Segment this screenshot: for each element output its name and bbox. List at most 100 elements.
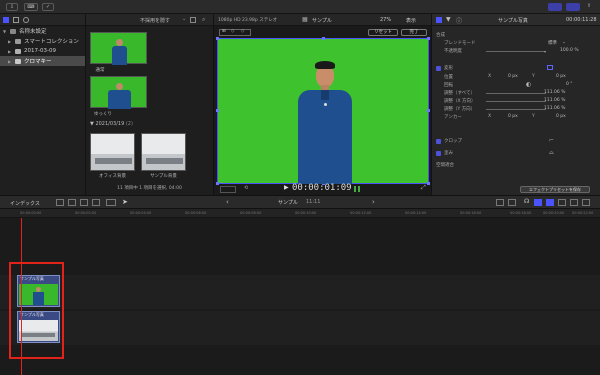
transform-handle[interactable]: [427, 37, 430, 40]
scale-all-field[interactable]: 111.06 %: [544, 90, 565, 95]
transform-handle[interactable]: [216, 37, 219, 40]
library-item-smart-collections[interactable]: ▶ スマートコレクション: [0, 36, 85, 46]
back-icon[interactable]: ‹: [226, 198, 229, 206]
transform-handle[interactable]: [216, 182, 219, 185]
scale-y-field[interactable]: 111.06 %: [544, 106, 565, 111]
reset-button[interactable]: リセット: [368, 29, 398, 36]
scale-x-field[interactable]: 111.06 %: [544, 98, 565, 103]
clip-appearance-icon[interactable]: [190, 17, 196, 23]
video-inspector-icon[interactable]: [436, 17, 442, 23]
transform-handle[interactable]: [322, 37, 325, 40]
effects-browser-icon[interactable]: [582, 199, 590, 206]
person-body: [112, 46, 127, 65]
clip-thumbnail[interactable]: [141, 133, 186, 171]
crop-icon[interactable]: ⌐: [549, 137, 554, 144]
layout-browser-icon[interactable]: [548, 3, 562, 11]
search-icon[interactable]: ⌕: [202, 16, 205, 24]
transform-checkbox[interactable]: [436, 66, 441, 71]
disclosure-triangle-icon[interactable]: ▼: [3, 29, 8, 34]
insert-clip-icon[interactable]: [68, 199, 76, 206]
index-button[interactable]: インデックス: [10, 200, 40, 207]
distort-checkbox[interactable]: [436, 151, 441, 156]
skimming-icon[interactable]: [534, 199, 542, 206]
opacity-value[interactable]: 100.0 %: [560, 48, 579, 53]
view-menu[interactable]: 表示: [406, 17, 416, 24]
photos-icon[interactable]: [13, 17, 19, 23]
play-icon[interactable]: ▶: [284, 184, 289, 191]
position-y-field[interactable]: 0 px: [556, 74, 566, 79]
keyframe-prev-icon[interactable]: ◇: [231, 29, 234, 34]
slider-knob-icon[interactable]: ▾: [544, 49, 546, 54]
composite-section[interactable]: 合成: [436, 32, 596, 40]
filter-icon[interactable]: ▼: [446, 16, 451, 23]
crop-section[interactable]: クロップ ⌐: [444, 137, 596, 146]
background-tasks-icon[interactable]: ✓: [42, 3, 54, 11]
zoom-menu[interactable]: 27%: [380, 17, 391, 23]
solo-icon[interactable]: [546, 199, 554, 206]
date-group-header[interactable]: ▼ 2021/03/19 (2): [90, 121, 133, 127]
clip-thumbnail[interactable]: [90, 76, 147, 109]
position-x-field[interactable]: 0 px: [508, 74, 518, 79]
distort-section[interactable]: 歪み ⌓: [444, 149, 596, 158]
blend-mode-select[interactable]: 標準: [548, 40, 557, 46]
scale-y-slider[interactable]: [486, 109, 546, 110]
keywords-icon[interactable]: ⌨: [24, 3, 38, 11]
timeline-duration: 11:11: [306, 199, 321, 205]
library-toggle-icon[interactable]: [3, 17, 9, 23]
transform-handle[interactable]: [427, 109, 430, 112]
disclosure-triangle-icon[interactable]: ▶: [8, 59, 13, 64]
headphones-icon[interactable]: ☊: [524, 198, 529, 205]
timeline-ruler[interactable]: 00:00:00:00 00:00:02:00 00:00:04:00 00:0…: [0, 209, 600, 218]
transform-overlay-icon[interactable]: [547, 65, 553, 70]
overwrite-clip-icon[interactable]: [92, 199, 100, 206]
forward-icon[interactable]: ›: [372, 198, 375, 206]
share-icon[interactable]: ⇪: [584, 3, 594, 11]
tool-icon[interactable]: ⟲: [244, 185, 248, 191]
opacity-slider[interactable]: [486, 51, 546, 52]
filter-menu[interactable]: 不採用を隠す: [140, 17, 170, 24]
edit-mode-menu[interactable]: [106, 199, 116, 206]
timecode-display[interactable]: 00:00:01:09: [292, 183, 352, 193]
layout-timeline-icon[interactable]: [566, 3, 580, 11]
fullscreen-icon[interactable]: ⤢: [421, 184, 426, 192]
transform-section[interactable]: 変形: [444, 65, 596, 73]
titles-icon[interactable]: [23, 17, 29, 23]
crop-checkbox[interactable]: [436, 139, 441, 144]
scale-x-slider[interactable]: [486, 101, 546, 102]
transform-handle[interactable]: [216, 109, 219, 112]
clip-thumbnail[interactable]: [90, 32, 147, 65]
transform-icon[interactable]: ⊞: [222, 29, 226, 34]
chevron-down-icon[interactable]: ⌄: [182, 16, 186, 22]
keyframe-next-icon[interactable]: ◇: [241, 29, 244, 34]
chevron-down-icon[interactable]: ⌄: [562, 40, 566, 45]
connect-clip-icon[interactable]: [56, 199, 64, 206]
zoom-in-icon[interactable]: [570, 199, 578, 206]
rotation-dial-icon[interactable]: ◐: [526, 81, 531, 88]
clip-thumbnail[interactable]: [90, 133, 135, 171]
save-effects-preset-button[interactable]: エフェクトプリセットを保存: [520, 186, 590, 193]
anchor-y-field[interactable]: 0 px: [556, 114, 566, 119]
disclosure-triangle-icon[interactable]: ▶: [8, 39, 13, 44]
rotation-field[interactable]: 0 °: [566, 82, 573, 87]
clip-appearance-icon[interactable]: [496, 199, 504, 206]
library-item-root[interactable]: ▼ 名称未設定: [0, 26, 85, 36]
transform-handle[interactable]: [427, 182, 430, 185]
distort-icon[interactable]: ⌓: [549, 149, 554, 157]
video-frame[interactable]: [216, 37, 430, 185]
import-media-icon[interactable]: ⇩: [6, 3, 18, 11]
zoom-out-icon[interactable]: [558, 199, 566, 206]
info-icon[interactable]: ⓘ: [456, 16, 462, 25]
append-clip-icon[interactable]: [80, 199, 88, 206]
done-button[interactable]: 完了: [401, 29, 427, 36]
timeline-area[interactable]: サンプル写真 サンプル写真: [0, 218, 600, 375]
rotation-label: 回転: [444, 83, 453, 88]
library-item-event-date[interactable]: ▶ 2017-03-09: [0, 46, 85, 56]
select-tool-icon[interactable]: ➤: [122, 198, 128, 206]
library-item-chroma-key[interactable]: ▶ クロマキー: [0, 56, 85, 66]
anchor-x-field[interactable]: 0 px: [508, 114, 518, 119]
scale-all-slider[interactable]: [486, 93, 546, 94]
disclosure-triangle-icon[interactable]: ▶: [8, 49, 13, 54]
spatial-conform-section[interactable]: 空間適合: [436, 162, 596, 170]
snapping-icon[interactable]: [508, 199, 516, 206]
view-options-icon[interactable]: [220, 186, 236, 193]
